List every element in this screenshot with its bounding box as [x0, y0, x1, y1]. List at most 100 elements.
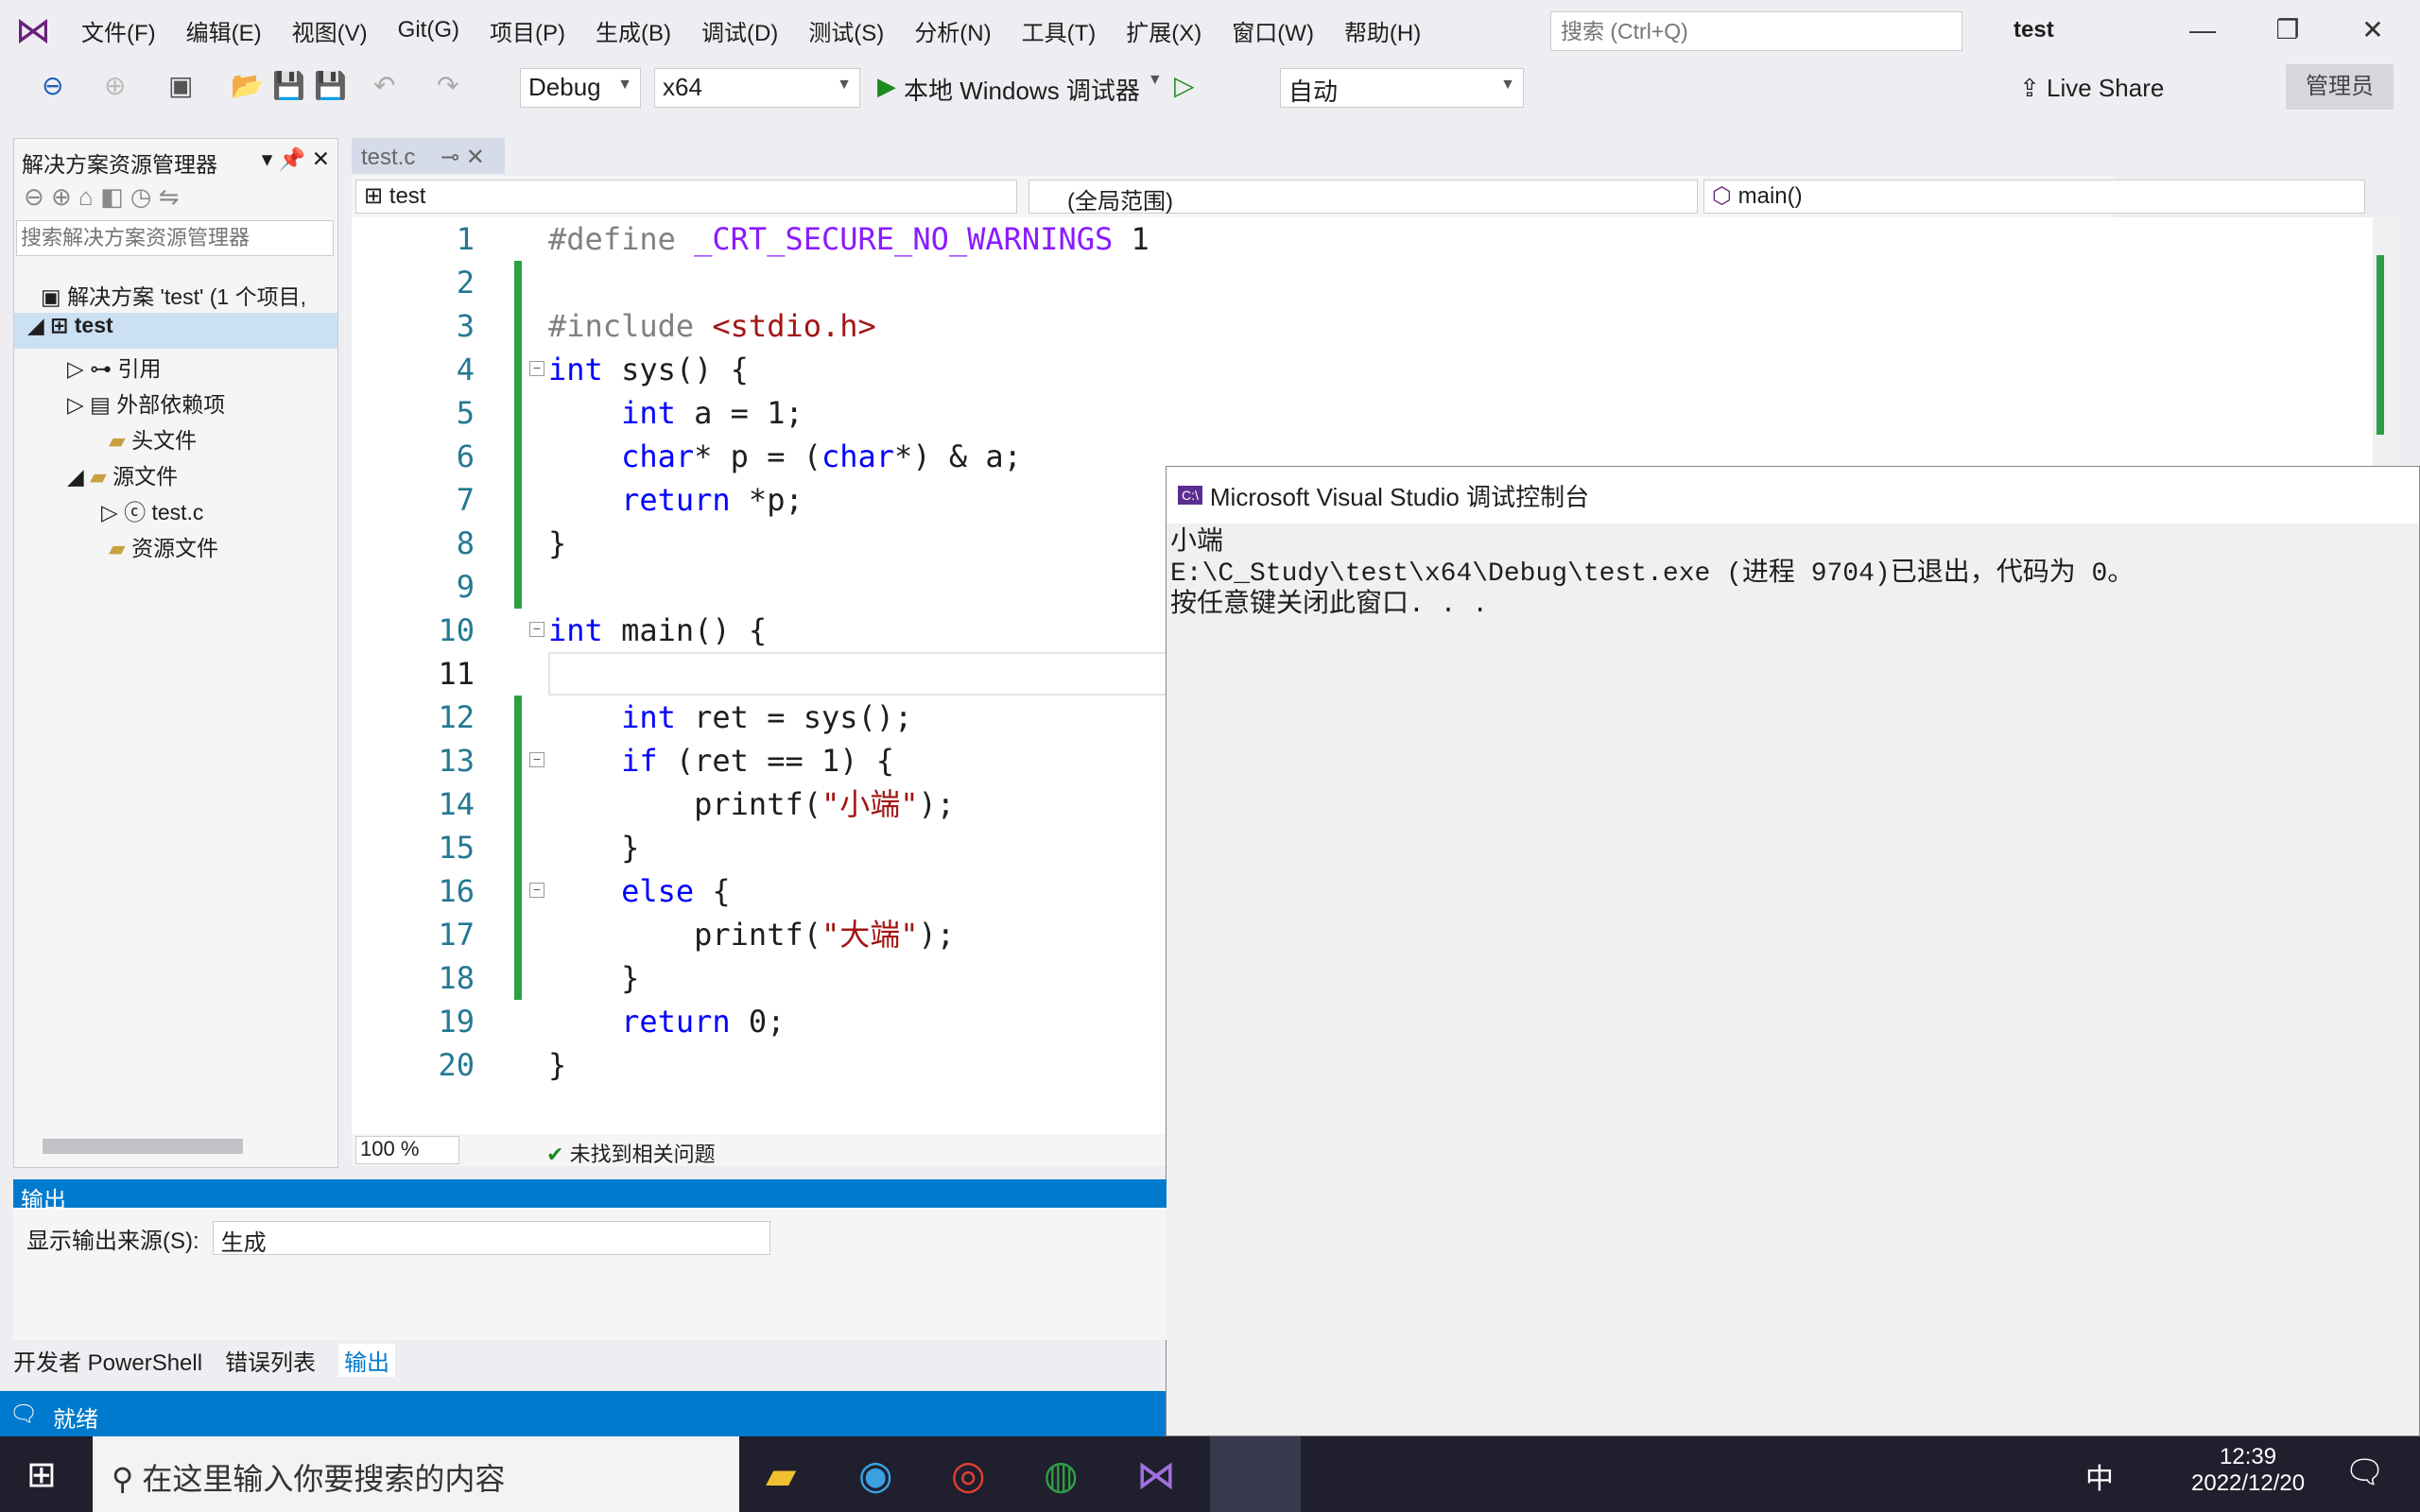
share-icon: ⇪: [2019, 74, 2048, 102]
code-line: }: [548, 826, 639, 869]
chrome-icon[interactable]: ◎: [951, 1452, 986, 1498]
config-select[interactable]: Debug ▼: [520, 68, 641, 108]
console-icon: C:\: [1178, 486, 1202, 505]
search-input[interactable]: [1550, 11, 1962, 51]
horizontal-scrollbar[interactable]: [43, 1139, 243, 1154]
auto-select[interactable]: 自动 ▼: [1280, 68, 1524, 108]
code-token: return: [548, 482, 731, 518]
tree-item-references[interactable]: ▷ ⊶ 引用: [67, 351, 161, 383]
tab-powershell[interactable]: 开发者 PowerShell: [13, 1344, 202, 1377]
visual-studio-icon[interactable]: ⋈: [1136, 1452, 1176, 1498]
collapse-icon[interactable]: −: [529, 883, 544, 898]
output-source-select[interactable]: 生成: [212, 1221, 770, 1256]
edge-icon[interactable]: ◉: [858, 1452, 893, 1498]
line-number: 3: [456, 308, 475, 344]
maximize-button[interactable]: ❐: [2259, 9, 2316, 51]
code-token: );: [918, 917, 956, 953]
tree-item-testc[interactable]: ▷ ⓒ test.c: [101, 494, 203, 526]
menu-item[interactable]: 窗口(W): [1217, 14, 1329, 47]
menu-item[interactable]: 扩展(X): [1111, 14, 1217, 47]
tree-item-project[interactable]: ◢ ⊞ test: [14, 313, 337, 349]
line-number: 12: [438, 699, 475, 735]
change-marker: [514, 261, 522, 609]
undo-icon[interactable]: ↶: [373, 70, 395, 101]
file-explorer-icon[interactable]: ▰: [766, 1452, 796, 1498]
menu-item[interactable]: 文件(F): [66, 14, 171, 47]
code-token: printf(: [548, 917, 821, 953]
menu-item[interactable]: 帮助(H): [1329, 14, 1436, 47]
collapse-icon[interactable]: −: [529, 622, 544, 637]
back-icon[interactable]: ⊖: [42, 70, 63, 101]
line-number: 10: [438, 612, 475, 648]
menu-item[interactable]: Git(G): [383, 17, 475, 43]
notification-icon[interactable]: 🗨: [2344, 1453, 2385, 1491]
editor-status: 100 % ✔ 未找到相关问题: [352, 1134, 1167, 1166]
console-output: 小端 E:\C_Study\test\x64\Debug\test.exe (进程…: [1170, 528, 2135, 620]
collapse-icon[interactable]: −: [529, 361, 544, 376]
code-line: #define _CRT_SECURE_NO_WARNINGS 1: [548, 217, 1150, 261]
collapse-icon[interactable]: −: [529, 752, 544, 767]
menu-bar: ⋈ 文件(F) 编辑(E) 视图(V) Git(G) 项目(P) 生成(B) 调试(D) 测试…: [0, 0, 2420, 60]
platform-select[interactable]: x64 ▼: [654, 68, 860, 108]
code-token: else: [548, 873, 695, 909]
code-token: {: [694, 873, 731, 909]
windows-start-icon[interactable]: ⊞: [26, 1453, 57, 1496]
tree-item-headers[interactable]: ▰ 头文件: [109, 422, 197, 455]
code-line: char* p = (char*) & a;: [548, 435, 1022, 478]
code-token: *) & a;: [894, 438, 1022, 474]
clock[interactable]: 12:39 2022/12/20: [2191, 1444, 2305, 1497]
code-line: return *p;: [548, 478, 804, 522]
home-icon[interactable]: ⌂: [78, 182, 94, 211]
close-button[interactable]: ✕: [2344, 9, 2401, 51]
open-folder-icon[interactable]: 📂: [231, 70, 264, 101]
save-all-icon[interactable]: 💾: [314, 70, 347, 101]
project-dropdown[interactable]: ⊞ test: [355, 180, 1017, 214]
menu-item[interactable]: 生成(B): [580, 14, 686, 47]
code-token: }: [548, 525, 567, 561]
member-dropdown[interactable]: ⬡ main(): [1703, 180, 2365, 214]
forward-icon[interactable]: ⊕: [104, 70, 126, 101]
menu-item[interactable]: 调试(D): [686, 14, 793, 47]
taskbar-search[interactable]: ⚲ 在这里输入你要搜索的内容: [93, 1436, 739, 1512]
vertical-scrollbar[interactable]: [2373, 217, 2397, 463]
tab-output[interactable]: 输出: [338, 1344, 396, 1377]
code-token: }: [548, 960, 640, 996]
menu-item[interactable]: 视图(V): [277, 14, 383, 47]
close-tab-icon[interactable]: ⊸ ✕: [441, 145, 485, 170]
new-project-icon[interactable]: ▣: [168, 70, 193, 101]
zoom-select[interactable]: 100 %: [355, 1136, 459, 1164]
menu-item[interactable]: 项目(P): [475, 14, 580, 47]
minimize-button[interactable]: —: [2174, 9, 2231, 51]
tab-error-list[interactable]: 错误列表: [225, 1344, 316, 1377]
code-line: int a = 1;: [548, 391, 804, 435]
redo-icon[interactable]: ↷: [437, 70, 458, 101]
menu-item[interactable]: 工具(T): [1007, 14, 1112, 47]
tree-item-source[interactable]: ◢ ▰ 源文件: [67, 458, 178, 490]
scope-dropdown[interactable]: (全局范围): [1028, 180, 1698, 215]
debug-console-window[interactable]: C:\ Microsoft Visual Studio 调试控制台 小端 E:\C_…: [1166, 466, 2420, 1436]
tab-testc[interactable]: test.c ⊸ ✕: [352, 138, 505, 174]
start-without-debug-icon[interactable]: ▷: [1174, 70, 1195, 101]
app-icon[interactable]: ◍: [1044, 1452, 1079, 1498]
line-number: 18: [438, 960, 475, 996]
code-token: }: [548, 1047, 567, 1083]
menu-item[interactable]: 测试(S): [793, 14, 899, 47]
start-debug-button[interactable]: ▶ 本地 Windows 调试器 ▼: [877, 72, 1163, 107]
menu-item[interactable]: 分析(N): [899, 14, 1006, 47]
code-line: printf("大端");: [548, 913, 955, 956]
explorer-search-input[interactable]: [16, 220, 334, 256]
output-title: 输出: [13, 1179, 1167, 1213]
live-share-button[interactable]: ⇪ Live Share: [2019, 74, 2164, 103]
tree-item-external[interactable]: ▷ ▤ 外部依赖项: [67, 387, 225, 419]
code-token: a = 1;: [675, 395, 804, 431]
console-taskbar-icon[interactable]: [1210, 1436, 1301, 1512]
history-icon[interactable]: ◷: [130, 182, 152, 211]
code-token: main() {: [602, 612, 768, 648]
pin-icon[interactable]: ▾ 📌 ✕: [262, 146, 330, 171]
code-line: int main() {: [548, 609, 767, 652]
tree-item-resources[interactable]: ▰ 资源文件: [109, 530, 218, 562]
menu-item[interactable]: 编辑(E): [171, 14, 277, 47]
save-icon[interactable]: 💾: [272, 70, 305, 101]
tree-item-solution[interactable]: ▣ 解决方案 'test' (1 个项目,: [41, 279, 306, 311]
ime-indicator[interactable]: 中: [2085, 1455, 2114, 1497]
